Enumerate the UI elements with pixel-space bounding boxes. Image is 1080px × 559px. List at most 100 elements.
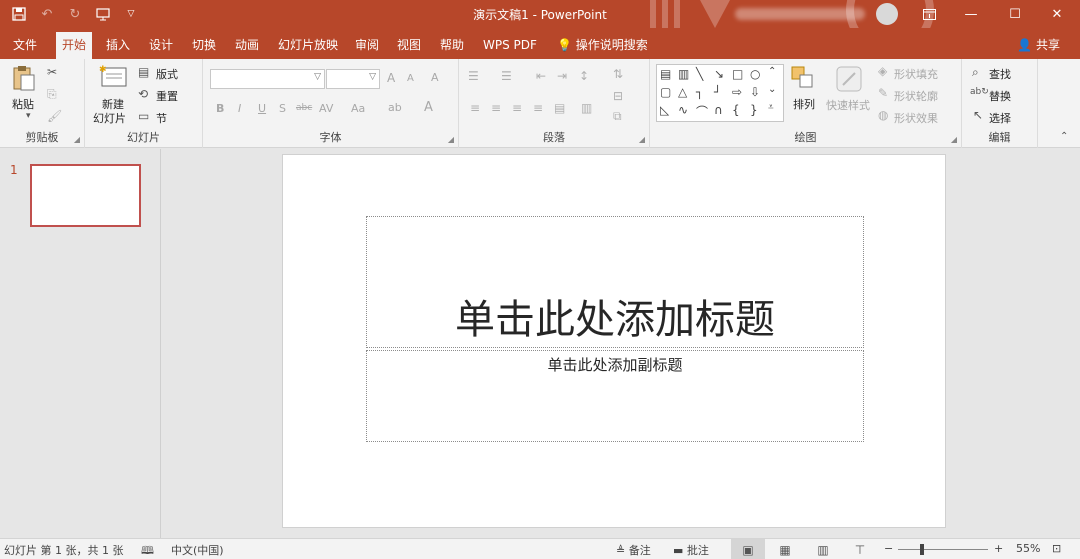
shapes-gallery[interactable]: ▤ ▥ ╲ ↘ □ ○ ▢ △ ┐ ┘ ⇨ ⇩ ◺ ∿ ⌒ ∩ { } ⌃ ⌄ … xyxy=(656,64,784,122)
cursor-icon[interactable]: ↖ xyxy=(973,108,983,122)
tell-me-search[interactable]: 💡 操作说明搜索 xyxy=(551,32,654,59)
cut-icon[interactable]: ✂ xyxy=(47,65,57,79)
layout-icon[interactable]: ▤ xyxy=(138,65,149,79)
dialog-launcher-icon[interactable]: ◢ xyxy=(951,135,957,144)
tab-view[interactable]: 视图 xyxy=(391,32,427,59)
dialog-launcher-icon[interactable]: ◢ xyxy=(448,135,454,144)
line-spacing-icon[interactable]: ↕ xyxy=(579,69,589,83)
grow-font-button[interactable]: A xyxy=(387,71,395,85)
find-button[interactable]: 查找 xyxy=(989,66,1011,82)
font-color-button[interactable]: A xyxy=(424,100,433,115)
comments-button[interactable]: ▬ 批注 xyxy=(673,542,709,558)
down-arrow-icon[interactable]: ⇩ xyxy=(750,85,760,99)
quick-styles-icon[interactable] xyxy=(835,65,863,96)
zoom-level[interactable]: 55% xyxy=(1016,542,1040,555)
rectangle-icon[interactable]: □ xyxy=(732,67,743,81)
section-icon[interactable]: ▭ xyxy=(138,109,149,123)
ribbon-display-options-icon[interactable] xyxy=(906,0,952,28)
numbering-icon[interactable]: ☰ xyxy=(501,69,512,83)
normal-view-icon[interactable]: ▣ xyxy=(731,539,765,559)
right-brace-icon[interactable]: } xyxy=(750,103,758,117)
notes-button[interactable]: ≜ 备注 xyxy=(616,542,651,558)
smartart-icon[interactable]: ⧉ xyxy=(613,109,622,124)
search-icon[interactable]: ⌕ xyxy=(972,65,979,80)
scribble-icon[interactable]: ∿ xyxy=(678,103,688,117)
language-indicator[interactable]: 中文(中国) xyxy=(171,542,224,558)
tab-help[interactable]: 帮助 xyxy=(434,32,470,59)
zoom-in-button[interactable]: + xyxy=(994,542,1003,555)
section-button[interactable]: 节 xyxy=(156,110,167,126)
text-box-icon[interactable]: ▤ xyxy=(660,67,671,81)
user-name[interactable] xyxy=(735,8,865,20)
new-slide-label-2[interactable]: 幻灯片 xyxy=(93,110,126,126)
distribute-icon[interactable]: ▤ xyxy=(554,101,565,115)
collapse-ribbon-icon[interactable]: ⌃ xyxy=(1060,131,1068,142)
copy-icon[interactable]: ⎘ xyxy=(47,87,57,102)
oval-icon[interactable]: ○ xyxy=(750,67,760,81)
font-family-combo[interactable]: ▽ xyxy=(210,69,325,89)
vertical-text-box-icon[interactable]: ▥ xyxy=(678,67,689,81)
increase-indent-icon[interactable]: ⇥ xyxy=(557,69,567,83)
tab-home[interactable]: 开始 xyxy=(56,32,93,59)
paste-icon[interactable] xyxy=(12,65,36,96)
char-spacing-button[interactable]: AV xyxy=(319,102,333,115)
new-slide-icon[interactable]: ✱ xyxy=(99,64,129,91)
tab-transitions[interactable]: 切换 xyxy=(186,32,222,59)
reset-button[interactable]: 重置 xyxy=(156,88,178,104)
reset-icon[interactable]: ⟲ xyxy=(138,87,148,101)
italic-button[interactable]: I xyxy=(238,102,241,115)
change-case-button[interactable]: Aa xyxy=(351,102,365,115)
tab-design[interactable]: 设计 xyxy=(143,32,179,59)
dialog-launcher-icon[interactable]: ◢ xyxy=(639,135,645,144)
dialog-launcher-icon[interactable]: ◢ xyxy=(74,135,80,144)
text-shadow-button[interactable]: S xyxy=(279,102,286,115)
paint-bucket-icon[interactable]: ◈ xyxy=(878,64,887,78)
zoom-slider-track[interactable] xyxy=(898,549,988,550)
align-left-icon[interactable]: ≡ xyxy=(470,101,480,115)
shape-effects-button[interactable]: 形状效果 xyxy=(894,110,938,126)
clear-format-button[interactable]: A xyxy=(431,71,439,84)
align-right-icon[interactable]: ≡ xyxy=(512,101,522,115)
shape-effects-icon[interactable]: ◍ xyxy=(878,108,888,122)
justify-icon[interactable]: ≡ xyxy=(533,101,543,115)
decrease-indent-icon[interactable]: ⇤ xyxy=(536,69,546,83)
fit-to-window-icon[interactable]: ⊡ xyxy=(1052,542,1061,555)
bullets-icon[interactable]: ☰ xyxy=(468,69,479,83)
minimize-button[interactable]: — xyxy=(948,0,994,28)
paste-button[interactable]: 粘贴 xyxy=(12,96,34,112)
zoom-out-button[interactable]: − xyxy=(884,542,893,555)
freeform-icon[interactable]: ◺ xyxy=(660,103,669,117)
left-brace-icon[interactable]: { xyxy=(732,103,740,117)
elbow-connector-icon[interactable]: ┐ xyxy=(696,85,703,99)
zoom-slider-thumb[interactable] xyxy=(920,544,924,555)
triangle-icon[interactable]: △ xyxy=(678,85,687,99)
slide-canvas[interactable]: 单击此处添加标题 单击此处添加副标题 xyxy=(282,154,946,528)
shape-outline-button[interactable]: 形状轮廓 xyxy=(894,88,938,104)
underline-button[interactable]: U xyxy=(258,102,266,115)
shape-fill-button[interactable]: 形状填充 xyxy=(894,66,938,82)
paste-dropdown-icon[interactable]: ▾ xyxy=(26,111,31,121)
highlight-button[interactable]: ab xyxy=(388,101,402,114)
tab-wps-pdf[interactable]: WPS PDF xyxy=(477,32,543,59)
title-placeholder[interactable]: 单击此处添加标题 xyxy=(366,216,864,348)
gallery-scroll-down-icon[interactable]: ⌄ xyxy=(768,84,776,95)
replace-button[interactable]: 替换 xyxy=(989,88,1011,104)
maximize-button[interactable]: ☐ xyxy=(992,0,1038,28)
layout-button[interactable]: 版式 xyxy=(156,66,178,82)
tab-slideshow[interactable]: 幻灯片放映 xyxy=(272,32,344,59)
text-direction-icon[interactable]: ⇅ xyxy=(613,67,623,81)
avatar[interactable] xyxy=(876,3,898,25)
columns-icon[interactable]: ▥ xyxy=(581,101,592,115)
tab-file[interactable]: 文件 xyxy=(7,32,43,59)
arc-icon[interactable]: ⌒ xyxy=(696,103,708,120)
slide-thumbnail[interactable] xyxy=(30,164,141,227)
format-painter-icon[interactable]: 🖌 xyxy=(47,109,62,123)
tab-animations[interactable]: 动画 xyxy=(229,32,265,59)
close-button[interactable]: ✕ xyxy=(1034,0,1080,28)
align-text-icon[interactable]: ⊟ xyxy=(613,89,623,103)
spellcheck-icon[interactable]: 🕮 xyxy=(141,542,154,559)
curve-icon[interactable]: ∩ xyxy=(714,103,723,117)
gallery-more-icon[interactable]: ⩡ xyxy=(768,102,774,113)
align-center-icon[interactable]: ≡ xyxy=(491,101,501,115)
select-button[interactable]: 选择 xyxy=(989,110,1011,126)
